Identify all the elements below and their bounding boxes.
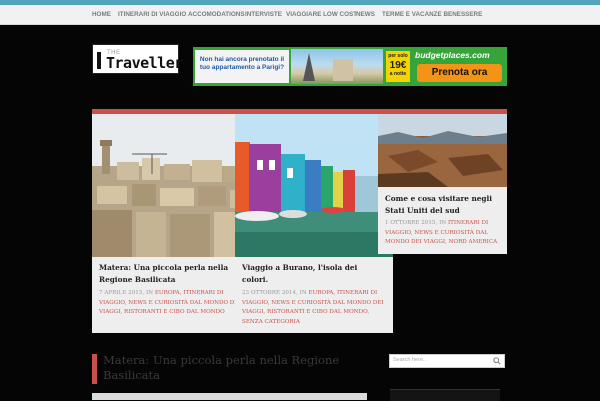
sidebar-widget bbox=[390, 389, 500, 401]
search-input[interactable]: Search here.. bbox=[389, 354, 505, 368]
nav-item-home[interactable]: HOME bbox=[92, 5, 111, 24]
prenota-ora-button[interactable]: Prenota ora bbox=[417, 64, 502, 82]
badge-price: 19€ bbox=[389, 60, 407, 71]
church-icon bbox=[333, 59, 353, 81]
card-image-stati-uniti[interactable] bbox=[378, 114, 507, 187]
card-meta: 7 APRILE 2015, IN EUROPA, ITINERARI DI V… bbox=[99, 289, 245, 318]
banner-brand: budgetplaces.com bbox=[415, 50, 490, 60]
post-title[interactable]: Matera: Una piccola perla nella Regione … bbox=[103, 353, 368, 383]
card-meta: 1 OTTOBRE 2015, IN ITINERARI DI VIAGGIO,… bbox=[385, 219, 503, 248]
nav-item-accomodations[interactable]: ACCOMODATIONS bbox=[188, 5, 245, 24]
card-date: 23 OTTOBRE 2014, bbox=[242, 290, 298, 296]
badge-suffix: a notte bbox=[389, 71, 407, 77]
post-content-strip bbox=[92, 393, 367, 400]
site-logo[interactable]: THE Traveller bbox=[92, 44, 183, 74]
card-in: IN bbox=[439, 220, 447, 226]
card-title[interactable]: Viaggio a Burano, l'isola dei colori. bbox=[242, 262, 382, 286]
price-badge: per solo 19€ a notte bbox=[386, 51, 410, 82]
post-card-stati-uniti[interactable]: Come e cosa visitare negli Stati Uniti d… bbox=[378, 109, 507, 254]
card-image-matera[interactable] bbox=[92, 114, 250, 257]
banner-question-box: Non hai ancora prenotato il tuo appartam… bbox=[195, 50, 289, 83]
banner-question: Non hai ancora prenotato il tuo appartam… bbox=[199, 56, 285, 71]
card-in: IN bbox=[145, 290, 154, 296]
card-title[interactable]: Come e cosa visitare negli Stati Uniti d… bbox=[385, 193, 503, 217]
logo-bar bbox=[97, 52, 101, 69]
post-card-burano[interactable]: Viaggio a Burano, l'isola dei colori. 23… bbox=[235, 109, 393, 333]
post-card-matera[interactable]: Matera: Una piccola perla nella Regione … bbox=[92, 109, 250, 333]
search-icon[interactable] bbox=[493, 357, 501, 365]
search-placeholder: Search here.. bbox=[393, 357, 427, 363]
card-date: 1 OTTOBRE 2015, bbox=[385, 220, 438, 226]
nav-item-itinerari[interactable]: ITINERARI DI VIAGGIO bbox=[118, 5, 186, 24]
card-title[interactable]: Matera: Una piccola perla nella Regione … bbox=[99, 262, 239, 286]
nav-item-terme[interactable]: TERME E VACANZE BENESSERE bbox=[382, 5, 482, 24]
nav-item-news[interactable]: NEWS bbox=[356, 5, 375, 24]
badge-prefix: per solo bbox=[388, 53, 408, 59]
ad-banner[interactable]: Non hai ancora prenotato il tuo appartam… bbox=[193, 47, 507, 86]
card-in: IN bbox=[299, 290, 307, 296]
card-meta: 23 OTTOBRE 2014, IN EUROPA, ITINERARI DI… bbox=[242, 289, 388, 327]
eiffel-tower-icon bbox=[303, 53, 315, 81]
nav-item-low-cost[interactable]: VIAGGIARE LOW COST bbox=[286, 5, 357, 24]
post-title-accent bbox=[92, 354, 97, 384]
card-date: 7 APRILE 2015, bbox=[99, 290, 145, 296]
logo-text: Traveller bbox=[106, 54, 183, 72]
card-image-burano[interactable] bbox=[235, 114, 393, 257]
nav-item-interviste[interactable]: INTERVISTE bbox=[245, 5, 282, 24]
main-navigation: HOME ITINERARI DI VIAGGIO ACCOMODATIONS … bbox=[0, 5, 600, 25]
